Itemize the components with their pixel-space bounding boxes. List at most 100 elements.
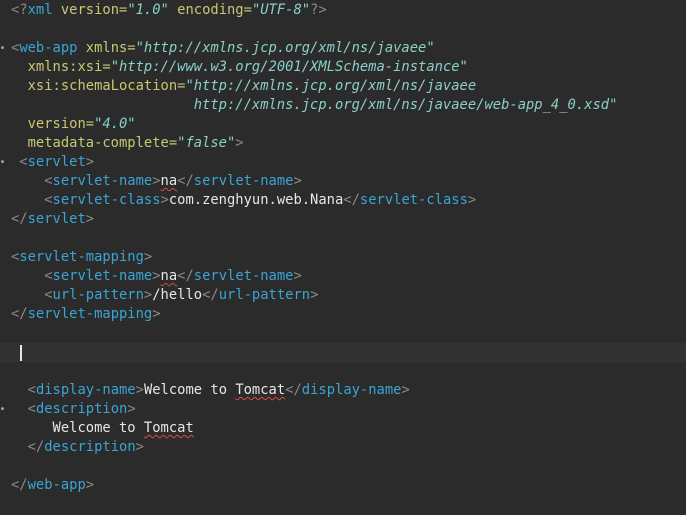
code-line[interactable] <box>0 362 686 381</box>
code-token: "false" <box>177 135 236 151</box>
code-token: </ <box>177 173 194 189</box>
code-token: xsi:schemaLocation= <box>11 78 186 94</box>
code-token: Welcome to <box>11 420 144 436</box>
code-token: servlet-mapping <box>19 249 144 265</box>
code-token: > <box>152 173 161 189</box>
code-token: na <box>160 268 178 284</box>
code-token: web-app <box>27 477 86 493</box>
code-line[interactable] <box>0 20 686 39</box>
code-token: xmlns:xsi= <box>11 59 111 75</box>
code-token: </ <box>27 439 45 455</box>
code-token: ?> <box>310 2 327 18</box>
code-line[interactable]: </description> <box>0 438 686 457</box>
code-token: > <box>135 382 144 398</box>
code-token: Welcome to <box>143 382 236 398</box>
code-token: < <box>27 382 36 398</box>
code-lines[interactable]: <?xml version="1.0" encoding="UTF-8"?> ● <… <box>0 1 686 495</box>
code-line[interactable] <box>0 229 686 248</box>
code-token: < <box>44 287 53 303</box>
code-token: "4.0" <box>94 116 136 132</box>
code-line[interactable]: ● <servlet> <box>0 153 686 172</box>
code-token: </ <box>285 382 302 398</box>
code-token: </ <box>343 192 360 208</box>
code-line[interactable]: <url-pattern>/hello</url-pattern> <box>0 286 686 305</box>
code-token: > <box>401 382 410 398</box>
code-token: Tomcat <box>143 420 194 436</box>
code-token: version= <box>11 116 95 132</box>
code-line[interactable] <box>0 343 686 362</box>
code-token: "1.0" <box>127 2 169 18</box>
code-line[interactable]: </web-app> <box>0 476 686 495</box>
code-token: display-name <box>301 382 402 398</box>
code-line[interactable]: </servlet-mapping> <box>0 305 686 324</box>
code-token: encoding= <box>168 2 252 18</box>
code-line[interactable]: metadata-complete="false"> <box>0 134 686 153</box>
code-token: <? <box>11 2 28 18</box>
code-line[interactable]: <servlet-class>com.zenghyun.web.Nana</se… <box>0 191 686 210</box>
code-token: description <box>35 401 128 417</box>
code-token: url-pattern <box>52 287 144 303</box>
code-token: > <box>293 173 302 189</box>
code-line[interactable]: xmlns:xsi="http://www.w3.org/2001/XMLSch… <box>0 58 686 77</box>
code-token: web-app <box>19 40 78 56</box>
code-token: metadata-complete= <box>11 135 178 151</box>
code-token: < <box>44 268 53 284</box>
code-token: </ <box>11 477 28 493</box>
code-token: "http://xmlns.jcp.org/xml/ns/javaee <box>185 78 477 94</box>
code-token: servlet-name <box>52 173 153 189</box>
code-token: servlet <box>27 154 86 170</box>
code-line[interactable]: <servlet-name>na</servlet-name> <box>0 172 686 191</box>
code-line[interactable]: <display-name>Welcome to Tomcat</display… <box>0 381 686 400</box>
code-line[interactable]: ● <description> <box>0 400 686 419</box>
code-token: < <box>27 401 36 417</box>
code-token: "http://xmlns.jcp.org/xml/ns/javaee" <box>135 40 435 56</box>
fold-marker-icon[interactable]: ● <box>1 45 7 51</box>
code-token: xml <box>27 2 53 18</box>
code-line[interactable]: http://xmlns.jcp.org/xml/ns/javaee/web-a… <box>0 96 686 115</box>
code-token: </ <box>11 211 28 227</box>
code-token: > <box>160 192 169 208</box>
code-token: > <box>85 211 95 227</box>
code-token: > <box>310 287 319 303</box>
code-line[interactable]: <?xml version="1.0" encoding="UTF-8"?> <box>0 1 686 20</box>
code-token: display-name <box>35 382 136 398</box>
code-line[interactable]: version="4.0" <box>0 115 686 134</box>
code-token: > <box>143 249 153 265</box>
fold-marker-icon[interactable]: ● <box>1 406 7 412</box>
code-token: description <box>44 439 136 455</box>
code-token: url-pattern <box>218 287 311 303</box>
code-token: "http://www.w3.org/2001/XMLSchema-instan… <box>110 59 468 75</box>
code-token: na <box>160 173 178 189</box>
code-token: </ <box>202 287 219 303</box>
code-token: servlet-class <box>359 192 468 208</box>
code-line[interactable]: Welcome to Tomcat <box>0 419 686 438</box>
code-line[interactable]: <servlet-mapping> <box>0 248 686 267</box>
code-token: Tomcat <box>235 382 286 398</box>
code-line[interactable]: </servlet> <box>0 210 686 229</box>
code-line[interactable]: <servlet-name>na</servlet-name> <box>0 267 686 286</box>
code-token: http://xmlns.jcp.org/xml/ns/javaee/web-a… <box>11 97 618 113</box>
code-token: "UTF-8" <box>251 2 311 18</box>
code-token: < <box>44 173 53 189</box>
code-line[interactable]: ● <web-app xmlns="http://xmlns.jcp.org/xm… <box>0 39 686 58</box>
code-token: </ <box>11 306 28 322</box>
code-line[interactable]: xsi:schemaLocation="http://xmlns.jcp.org… <box>0 77 686 96</box>
code-token: > <box>135 439 144 455</box>
code-token: servlet-class <box>52 192 161 208</box>
code-editor[interactable]: <?xml version="1.0" encoding="UTF-8"?> ● <… <box>0 0 686 515</box>
code-token: servlet <box>27 211 86 227</box>
code-token: > <box>143 287 153 303</box>
code-token: > <box>85 154 95 170</box>
code-token: servlet-name <box>193 268 294 284</box>
code-token: /hello <box>152 287 203 303</box>
code-line[interactable] <box>0 457 686 476</box>
code-token: < <box>11 154 28 170</box>
fold-marker-icon[interactable]: ● <box>1 159 7 165</box>
code-line[interactable] <box>0 324 686 343</box>
code-token: servlet-name <box>193 173 294 189</box>
